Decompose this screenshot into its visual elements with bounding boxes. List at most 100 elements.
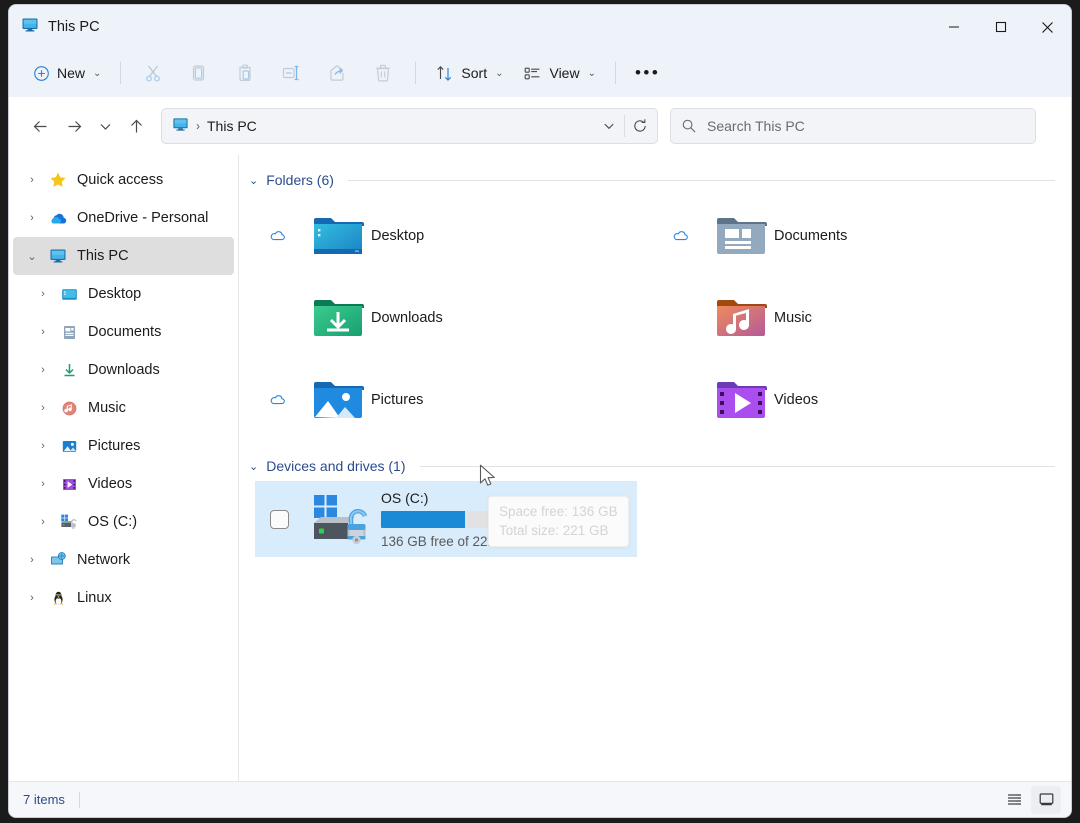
folders-group-header[interactable]: ⌄ Folders (6) bbox=[249, 165, 1055, 195]
sidebar-item-pictures[interactable]: › Pictures bbox=[13, 427, 234, 465]
sidebar-item-downloads[interactable]: › Downloads bbox=[13, 351, 234, 389]
cloud-status-column bbox=[652, 227, 708, 246]
cut-button[interactable] bbox=[130, 56, 176, 90]
sidebar-item-this-pc[interactable]: ⌄ This PC bbox=[13, 237, 234, 275]
refresh-button[interactable] bbox=[625, 110, 655, 142]
chevron-down-icon[interactable]: ⌄ bbox=[249, 460, 258, 473]
sidebar-item-label: Documents bbox=[88, 324, 162, 340]
chevron-right-icon[interactable]: › bbox=[30, 288, 56, 300]
minimize-button[interactable] bbox=[930, 5, 977, 49]
sidebar-item-quick-access[interactable]: › Quick access bbox=[13, 161, 234, 199]
sidebar-item-label: Downloads bbox=[88, 362, 160, 378]
copy-button[interactable] bbox=[176, 56, 222, 90]
chevron-down-icon[interactable]: ⌄ bbox=[249, 174, 258, 187]
refresh-icon bbox=[634, 119, 646, 132]
folder-tile-music[interactable]: Music bbox=[652, 277, 1055, 359]
file-list-pane: ⌄ Folders (6) Desktop Documents Download… bbox=[239, 155, 1071, 781]
address-bar[interactable]: › This PC bbox=[161, 108, 658, 144]
folder-tile-downloads[interactable]: Downloads bbox=[249, 277, 652, 359]
sidebar-item-label: This PC bbox=[77, 248, 129, 264]
folder-tile-videos[interactable]: Videos bbox=[652, 359, 1055, 441]
view-icon bbox=[525, 67, 540, 79]
documents-folder-icon bbox=[708, 213, 774, 259]
cloud-online-icon bbox=[673, 230, 688, 240]
up-button[interactable] bbox=[119, 109, 153, 143]
sidebar-item-os-c[interactable]: › OS (C:) bbox=[13, 503, 234, 541]
chevron-right-icon[interactable]: › bbox=[30, 402, 56, 414]
sidebar-item-label: OS (C:) bbox=[88, 514, 138, 530]
pictures-folder-icon bbox=[305, 377, 371, 423]
music-folder-icon bbox=[56, 400, 82, 417]
music-folder-icon bbox=[708, 295, 774, 341]
chevron-right-icon[interactable]: › bbox=[30, 516, 56, 528]
status-bar: 7 items bbox=[9, 781, 1071, 817]
large-icons-view-button[interactable] bbox=[1031, 785, 1061, 814]
chevron-right-icon[interactable]: › bbox=[19, 592, 45, 604]
view-button[interactable]: View ⌄ bbox=[513, 56, 605, 90]
this-pc-monitor-icon bbox=[45, 247, 71, 265]
chevron-right-icon[interactable]: › bbox=[19, 212, 45, 224]
windows-drive-bitlocker-unlocked-icon bbox=[303, 493, 381, 545]
chevron-right-icon[interactable]: › bbox=[30, 364, 56, 376]
up-arrow-icon bbox=[130, 119, 142, 132]
sidebar-item-videos[interactable]: › Videos bbox=[13, 465, 234, 503]
status-separator bbox=[78, 791, 80, 808]
videos-folder-icon bbox=[56, 476, 82, 493]
sidebar-item-network[interactable]: › Network bbox=[13, 541, 234, 579]
chevron-right-icon[interactable]: › bbox=[30, 440, 56, 452]
copy-icon bbox=[193, 65, 205, 81]
share-icon bbox=[330, 65, 345, 81]
recent-locations-button[interactable] bbox=[91, 109, 119, 143]
search-input[interactable]: Search This PC bbox=[670, 108, 1036, 144]
devices-group-label: Devices and drives (1) bbox=[266, 458, 406, 474]
close-button[interactable] bbox=[1024, 5, 1071, 49]
chevron-right-icon[interactable]: › bbox=[30, 478, 56, 490]
sidebar-item-desktop[interactable]: › Desktop bbox=[13, 275, 234, 313]
details-view-button[interactable] bbox=[999, 786, 1029, 814]
more-options-button[interactable]: ••• bbox=[625, 56, 670, 90]
folder-tile-desktop[interactable]: Desktop bbox=[249, 195, 652, 277]
group-divider bbox=[347, 179, 1055, 181]
navigation-pane: › Quick access › OneDrive - Personal ⌄ T… bbox=[9, 155, 239, 781]
cut-icon bbox=[146, 65, 161, 82]
forward-button[interactable] bbox=[57, 109, 91, 143]
folder-tile-pictures[interactable]: Pictures bbox=[249, 359, 652, 441]
drive-icon bbox=[56, 513, 82, 531]
devices-group-header[interactable]: ⌄ Devices and drives (1) bbox=[249, 451, 1055, 481]
back-button[interactable] bbox=[23, 109, 57, 143]
sort-button-label: Sort bbox=[461, 65, 488, 81]
chevron-right-icon[interactable]: › bbox=[30, 326, 56, 338]
breadcrumb-item-this-pc[interactable]: This PC bbox=[207, 118, 257, 134]
ellipsis-icon: ••• bbox=[634, 63, 661, 82]
chevron-down-icon bbox=[100, 123, 110, 130]
rename-button[interactable] bbox=[268, 56, 314, 90]
delete-button[interactable] bbox=[360, 56, 406, 90]
sidebar-item-label: Linux bbox=[77, 590, 112, 606]
chevron-down-icon[interactable]: ⌄ bbox=[19, 250, 45, 263]
paste-button[interactable] bbox=[222, 56, 268, 90]
sidebar-item-linux[interactable]: › Linux bbox=[13, 579, 234, 617]
back-arrow-icon bbox=[33, 120, 46, 132]
sidebar-item-music[interactable]: › Music bbox=[13, 389, 234, 427]
network-icon bbox=[45, 551, 71, 569]
sidebar-item-documents[interactable]: › Documents bbox=[13, 313, 234, 351]
window-controls bbox=[930, 5, 1071, 49]
folder-tile-documents[interactable]: Documents bbox=[652, 195, 1055, 277]
share-button[interactable] bbox=[314, 56, 360, 90]
tooltip-total-size: Total size: 221 GB bbox=[499, 523, 609, 538]
window-title: This PC bbox=[48, 19, 100, 35]
address-dropdown-button[interactable] bbox=[594, 110, 624, 142]
breadcrumb: › This PC bbox=[172, 116, 594, 136]
folder-tile-label: Documents bbox=[774, 228, 848, 244]
drive-checkbox-column bbox=[255, 509, 303, 529]
cloud-status-column bbox=[249, 391, 305, 410]
maximize-button[interactable] bbox=[977, 5, 1024, 49]
new-button[interactable]: New ⌄ bbox=[23, 56, 111, 90]
chevron-right-icon[interactable]: › bbox=[19, 174, 45, 186]
chevron-right-icon[interactable]: › bbox=[19, 554, 45, 566]
sort-button[interactable]: Sort ⌄ bbox=[425, 56, 513, 90]
this-pc-monitor-icon bbox=[21, 16, 39, 39]
sidebar-item-onedrive[interactable]: › OneDrive - Personal bbox=[13, 199, 234, 237]
drive-checkbox[interactable] bbox=[269, 509, 289, 529]
onedrive-cloud-icon bbox=[45, 209, 71, 228]
